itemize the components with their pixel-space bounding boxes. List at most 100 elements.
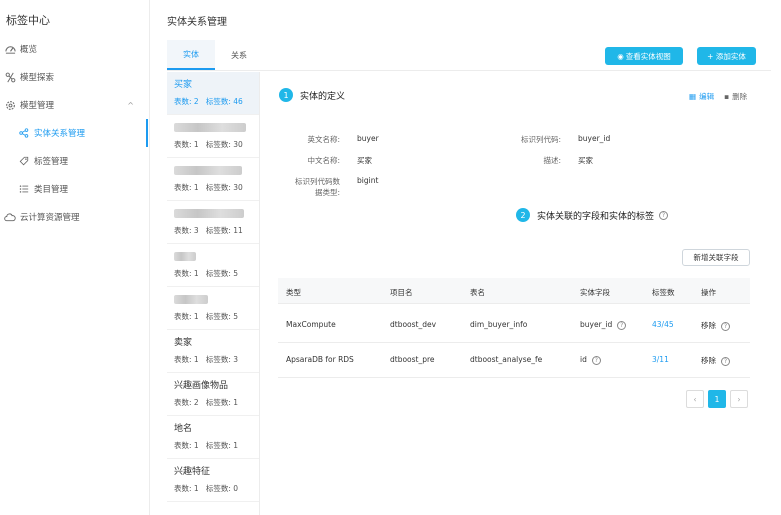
section-title: 实体的定义 [300, 91, 346, 102]
entity-table-count: 表数: 2 [174, 97, 199, 106]
column-header-type: 类型 [286, 288, 301, 297]
pagination-next-button[interactable]: › [730, 390, 748, 408]
section-related-fields: 2 实体关联的字段和实体的标签 ? [516, 208, 669, 222]
tabs-divider [167, 70, 771, 71]
entity-tag-count: 标签数: 30 [205, 183, 243, 192]
cell-entity-field: buyer_id? [580, 320, 627, 330]
add-related-field-button[interactable]: 新增关联字段 [682, 249, 750, 266]
entity-table-count: 表数: 1 [174, 441, 199, 450]
sidebar-item-label: 类目管理 [34, 185, 69, 195]
entity-list-item[interactable]: 表数: 3 标签数: 11 [167, 201, 259, 244]
entity-table-count: 表数: 2 [174, 398, 199, 407]
entity-list-item[interactable]: 地名 表数: 1 标签数: 1 [167, 416, 259, 459]
sidebar-item-model-explore[interactable]: 模型探索 [0, 66, 150, 88]
sidebar-item-model-management[interactable]: 模型管理 ^ [0, 94, 150, 116]
entity-list-item[interactable]: 买家 表数: 2 标签数: 46 [167, 72, 259, 115]
entity-table-count: 表数: 1 [174, 269, 199, 278]
cloud-icon [4, 211, 16, 223]
app-title: 标签中心 [6, 14, 50, 27]
cell-tag-count-link[interactable]: 3/11 [652, 355, 669, 364]
sidebar-item-entity-relation[interactable]: 实体关系管理 [0, 119, 150, 147]
edit-entity-link[interactable]: ▦ 编辑 [689, 91, 714, 102]
sidebar-item-overview[interactable]: 概览 [0, 38, 150, 60]
entity-table-count: 表数: 3 [174, 226, 199, 235]
entity-list-item[interactable]: 兴趣画像物品 表数: 2 标签数: 1 [167, 373, 259, 416]
step-number: 1 [279, 88, 293, 102]
help-icon[interactable]: ? [721, 322, 730, 331]
sidebar: 标签中心 概览 模型探索 模型管理 ^ 实体关系管理 标签管理 类目管理 云计算… [0, 0, 150, 515]
redacted-entity-name [174, 209, 244, 218]
entity-tag-count: 标签数: 3 [205, 355, 239, 364]
field-label-description: 描述: [543, 156, 561, 165]
field-label-id-code: 标识列代码: [520, 135, 561, 144]
sidebar-item-tag-management[interactable]: 标签管理 [0, 150, 150, 172]
delete-entity-link[interactable]: ▪ 删除 [724, 91, 747, 102]
cell-tag-count-link[interactable]: 43/45 [652, 320, 674, 329]
column-header-action: 操作 [701, 288, 716, 297]
entity-list-item[interactable]: 表数: 1 标签数: 5 [167, 287, 259, 330]
pagination-page-1[interactable]: 1 [708, 390, 726, 408]
remove-row-action[interactable]: 移除? [701, 320, 730, 331]
pagination-prev-button[interactable]: ‹ [686, 390, 704, 408]
view-entity-diagram-label: 查看实体视图 [625, 51, 671, 61]
entity-list-item[interactable]: 表数: 1 标签数: 30 [167, 158, 259, 201]
table-row: MaxCompute dtboost_dev dim_buyer_info bu… [278, 308, 750, 343]
sidebar-item-label: 标签管理 [34, 157, 69, 167]
entity-table-count: 表数: 1 [174, 484, 199, 493]
tab-relation[interactable]: 关系 [215, 40, 263, 70]
dashboard-icon [4, 43, 16, 55]
help-icon[interactable]: ? [659, 210, 669, 220]
column-header-entity-field: 实体字段 [580, 288, 610, 297]
field-label-id-data-type: 标识列代码数 据类型: [295, 177, 340, 197]
entity-list-item[interactable]: 兴趣特征 表数: 1 标签数: 0 [167, 459, 259, 502]
column-header-project: 项目名 [390, 288, 413, 297]
chevron-up-icon[interactable]: ^ [127, 101, 134, 110]
entity-tag-count: 标签数: 1 [205, 441, 239, 450]
sidebar-item-label: 实体关系管理 [34, 129, 86, 139]
entity-table-count: 表数: 1 [174, 312, 199, 321]
step-number: 2 [516, 208, 530, 222]
help-icon[interactable]: ? [721, 357, 730, 366]
tab-entity[interactable]: 实体 [167, 40, 215, 70]
remove-row-action[interactable]: 移除? [701, 355, 730, 366]
cell-type: MaxCompute [286, 320, 336, 329]
entity-tag-count: 标签数: 5 [205, 312, 239, 321]
field-value-description: 买家 [578, 156, 593, 165]
explore-icon [4, 71, 16, 83]
help-icon[interactable]: ? [591, 356, 601, 365]
add-entity-button[interactable]: + 添加实体 [697, 47, 756, 65]
gear-icon [4, 99, 16, 111]
field-value-id-code: buyer_id [578, 134, 611, 143]
cell-project: dtboost_dev [390, 320, 437, 329]
field-value-chinese-name: 买家 [357, 156, 372, 165]
tag-icon [18, 155, 30, 167]
cell-type: ApsaraDB for RDS [286, 355, 354, 364]
field-value-english-name: buyer [357, 134, 379, 143]
cell-table-name: dtboost_analyse_fe [470, 355, 543, 364]
entity-tag-count: 标签数: 11 [205, 226, 243, 235]
entity-tag-count: 标签数: 1 [205, 398, 239, 407]
sidebar-item-cloud-resources[interactable]: 云计算资源管理 [0, 206, 150, 228]
entity-list-item[interactable]: 表数: 1 标签数: 5 [167, 244, 259, 287]
page-title: 实体关系管理 [167, 17, 227, 28]
list-icon [18, 183, 30, 195]
entity-list-item[interactable]: 表数: 1 标签数: 30 [167, 115, 259, 158]
help-icon[interactable]: ? [617, 321, 627, 330]
view-entity-diagram-button[interactable]: ◉ 查看实体视图 [605, 47, 683, 65]
sidebar-item-label: 云计算资源管理 [20, 213, 80, 223]
column-header-tag-count: 标签数 [652, 288, 675, 297]
sidebar-item-label: 模型管理 [20, 101, 55, 111]
field-label-chinese-name: 中文名称: [307, 156, 340, 165]
entity-name: 买家 [174, 80, 193, 90]
sidebar-item-category-management[interactable]: 类目管理 [0, 178, 150, 200]
section-entity-definition: 1 实体的定义 [279, 88, 345, 102]
cell-project: dtboost_pre [390, 355, 435, 364]
entity-name: 卖家 [174, 338, 193, 348]
section-title: 实体关联的字段和实体的标签 [537, 211, 655, 222]
entity-list-item[interactable]: 卖家 表数: 1 标签数: 3 [167, 330, 259, 373]
entity-tag-count: 标签数: 0 [205, 484, 239, 493]
redacted-entity-name [174, 252, 196, 261]
entity-table-count: 表数: 1 [174, 140, 199, 149]
column-header-table: 表名 [470, 288, 485, 297]
sidebar-item-label: 概览 [20, 45, 38, 55]
